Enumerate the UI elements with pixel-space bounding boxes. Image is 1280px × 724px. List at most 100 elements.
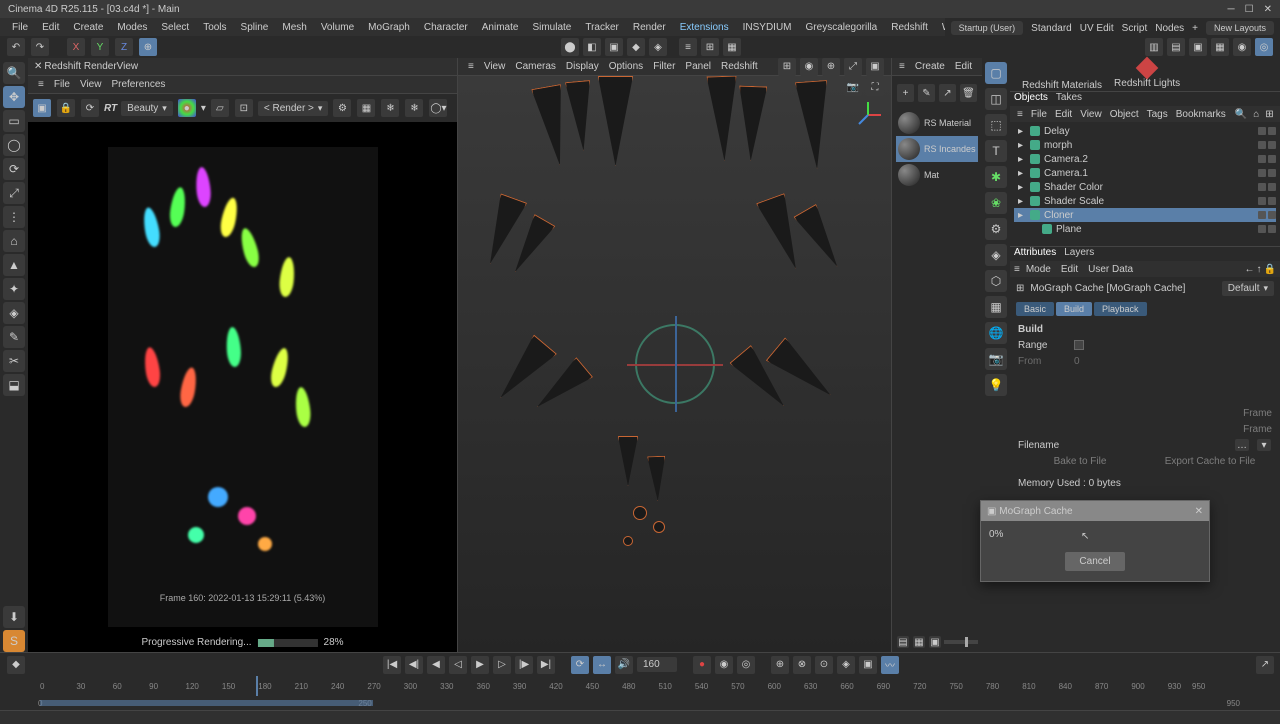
mat-menu-Edit[interactable]: Edit bbox=[952, 61, 975, 72]
tag-icon[interactable] bbox=[1258, 197, 1266, 205]
crop-icon[interactable]: ⊡ bbox=[235, 99, 253, 117]
vp-menu-Options[interactable]: Options bbox=[605, 61, 647, 72]
new-layouts-button[interactable]: New Layouts bbox=[1206, 21, 1274, 35]
layers-tab[interactable]: Layers bbox=[1064, 247, 1094, 261]
vp-tool-icon[interactable]: ▣ bbox=[866, 58, 884, 76]
pos-key-icon[interactable]: ⊕ bbox=[771, 656, 789, 674]
render-icon[interactable]: ⬤ bbox=[561, 38, 579, 56]
grid-icon[interactable]: ▦ bbox=[357, 99, 375, 117]
attr-edit[interactable]: Edit bbox=[1057, 264, 1082, 275]
render-menu-File[interactable]: File bbox=[50, 79, 74, 90]
text-icon[interactable]: T bbox=[985, 140, 1007, 162]
light-icon[interactable]: 💡 bbox=[985, 374, 1007, 396]
toolbar-icon-2[interactable]: ▤ bbox=[1167, 38, 1185, 56]
tag-icon[interactable] bbox=[1258, 127, 1266, 135]
tag-icon[interactable] bbox=[1268, 141, 1276, 149]
globe-icon[interactable]: 🌐 bbox=[985, 322, 1007, 344]
export-button[interactable]: Export Cache to File bbox=[1148, 456, 1272, 467]
vp-camera-icon[interactable]: 📷 bbox=[844, 78, 862, 96]
bake-button[interactable]: Bake to File bbox=[1018, 456, 1142, 467]
layout-standard[interactable]: Standard bbox=[1031, 23, 1072, 34]
om-menu-Object[interactable]: Object bbox=[1107, 109, 1142, 120]
timeline-ruler[interactable]: 0306090120150180210240270300330360390420… bbox=[0, 676, 1280, 696]
motion-icon[interactable]: 〰 bbox=[881, 656, 899, 674]
tag-icon[interactable] bbox=[1268, 225, 1276, 233]
mat-view-large-icon[interactable]: ▣ bbox=[929, 636, 941, 648]
sound-icon[interactable]: 🔊 bbox=[615, 656, 633, 674]
menu-edit[interactable]: Edit bbox=[36, 20, 65, 35]
layout-uvedit[interactable]: UV Edit bbox=[1080, 23, 1114, 34]
polygons-mode-icon[interactable]: ▲ bbox=[3, 254, 25, 276]
tag-icon[interactable] bbox=[1268, 169, 1276, 177]
axis-widget[interactable] bbox=[853, 100, 883, 130]
menu-insydium[interactable]: INSYDIUM bbox=[737, 20, 798, 35]
material-item[interactable]: RS Material bbox=[896, 110, 978, 136]
object-row[interactable]: ▸Camera.2 bbox=[1014, 152, 1276, 166]
vp-tool-icon[interactable]: ⤢ bbox=[844, 58, 862, 76]
render-menu-View[interactable]: View bbox=[76, 79, 106, 90]
redshift-materials-tab[interactable]: Redshift Materials bbox=[1022, 80, 1102, 91]
mat-delete-icon[interactable]: 🗑 bbox=[960, 84, 977, 102]
play-icon[interactable]: ▶ bbox=[471, 656, 489, 674]
minimize-icon[interactable]: ─ bbox=[1228, 4, 1235, 15]
dialog-title-bar[interactable]: ▣ MoGraph Cache ✕ bbox=[981, 501, 1209, 521]
browse-icon[interactable]: … bbox=[1235, 439, 1249, 451]
search-icon[interactable]: 🔍 bbox=[3, 62, 25, 84]
select-tool-icon[interactable]: ▭ bbox=[3, 110, 25, 132]
object-row[interactable]: ▸Camera.1 bbox=[1014, 166, 1276, 180]
vp-menu-Cameras[interactable]: Cameras bbox=[511, 61, 560, 72]
knife-tool-icon[interactable]: ✂ bbox=[3, 350, 25, 372]
om-menu-View[interactable]: View bbox=[1077, 109, 1105, 120]
field-icon[interactable]: ⚙ bbox=[985, 218, 1007, 240]
toolbar-icon-4[interactable]: ▦ bbox=[1211, 38, 1229, 56]
keyframe-icon[interactable]: ◆ bbox=[7, 656, 25, 674]
rt-label[interactable]: RT bbox=[104, 103, 117, 114]
menu-modes[interactable]: Modes bbox=[111, 20, 153, 35]
tag-icon[interactable] bbox=[1268, 211, 1276, 219]
sphere-asset-icon[interactable]: S bbox=[3, 630, 25, 652]
layout-nodes[interactable]: Nodes bbox=[1155, 23, 1184, 34]
rgb-icon[interactable]: ● bbox=[178, 99, 196, 117]
deform-icon[interactable]: ◈ bbox=[985, 244, 1007, 266]
vp-menu-Display[interactable]: Display bbox=[562, 61, 603, 72]
layout-startup[interactable]: Startup (User) bbox=[951, 21, 1024, 35]
lock-icon[interactable]: 🔒 bbox=[57, 99, 75, 117]
rotate-tool-icon[interactable]: ⟳ bbox=[3, 158, 25, 180]
camera-obj-icon[interactable]: 📷 bbox=[985, 348, 1007, 370]
menu-character[interactable]: Character bbox=[418, 20, 474, 35]
close-icon[interactable]: ✕ bbox=[1264, 4, 1272, 15]
record-icon[interactable]: ● bbox=[693, 656, 711, 674]
redshift-lights-tab[interactable]: Redshift Lights bbox=[1114, 60, 1180, 91]
next-key-icon[interactable]: |▶ bbox=[515, 656, 533, 674]
object-row[interactable]: Plane bbox=[1014, 222, 1276, 236]
prev-key-icon[interactable]: ◀| bbox=[405, 656, 423, 674]
range-icon[interactable]: ↔ bbox=[593, 656, 611, 674]
dialog-close-icon[interactable]: ✕ bbox=[1195, 506, 1203, 517]
tag-icon[interactable] bbox=[1258, 225, 1266, 233]
om-menu-≡[interactable]: ≡ bbox=[1014, 109, 1026, 120]
expand-icon[interactable]: ▸ bbox=[1018, 196, 1026, 207]
tag-icon[interactable] bbox=[1268, 155, 1276, 163]
expand-icon[interactable]: ▸ bbox=[1018, 140, 1026, 151]
snow2-icon[interactable]: ❄ bbox=[405, 99, 423, 117]
render-menu-≡[interactable]: ≡ bbox=[34, 79, 48, 90]
move-tool-icon[interactable]: ✥ bbox=[3, 86, 25, 108]
align-icon[interactable]: ≡ bbox=[679, 38, 697, 56]
menu-mograph[interactable]: MoGraph bbox=[362, 20, 416, 35]
playhead[interactable] bbox=[256, 676, 258, 696]
attr-lock-icon[interactable]: 🔒 bbox=[1264, 264, 1276, 275]
axis-mode-icon[interactable]: ✦ bbox=[3, 278, 25, 300]
menu-volume[interactable]: Volume bbox=[315, 20, 360, 35]
default-dropdown[interactable]: Default ▾ bbox=[1222, 281, 1274, 296]
array-icon[interactable]: ▦ bbox=[985, 296, 1007, 318]
plus-icon[interactable]: + bbox=[1192, 23, 1198, 34]
live-select-icon[interactable]: ◯ bbox=[3, 134, 25, 156]
object-row[interactable]: ▸Cloner bbox=[1014, 208, 1276, 222]
object-row[interactable]: ▸Shader Scale bbox=[1014, 194, 1276, 208]
tag-icon[interactable] bbox=[1258, 183, 1266, 191]
chevron-down-icon[interactable]: ▾ bbox=[201, 103, 206, 114]
primitive-icon[interactable]: ◆ bbox=[627, 38, 645, 56]
settings-icon[interactable]: ⚙ bbox=[333, 99, 351, 117]
om-tool-icon[interactable]: ⌂ bbox=[1251, 109, 1261, 120]
autokey-icon[interactable]: ◉ bbox=[715, 656, 733, 674]
